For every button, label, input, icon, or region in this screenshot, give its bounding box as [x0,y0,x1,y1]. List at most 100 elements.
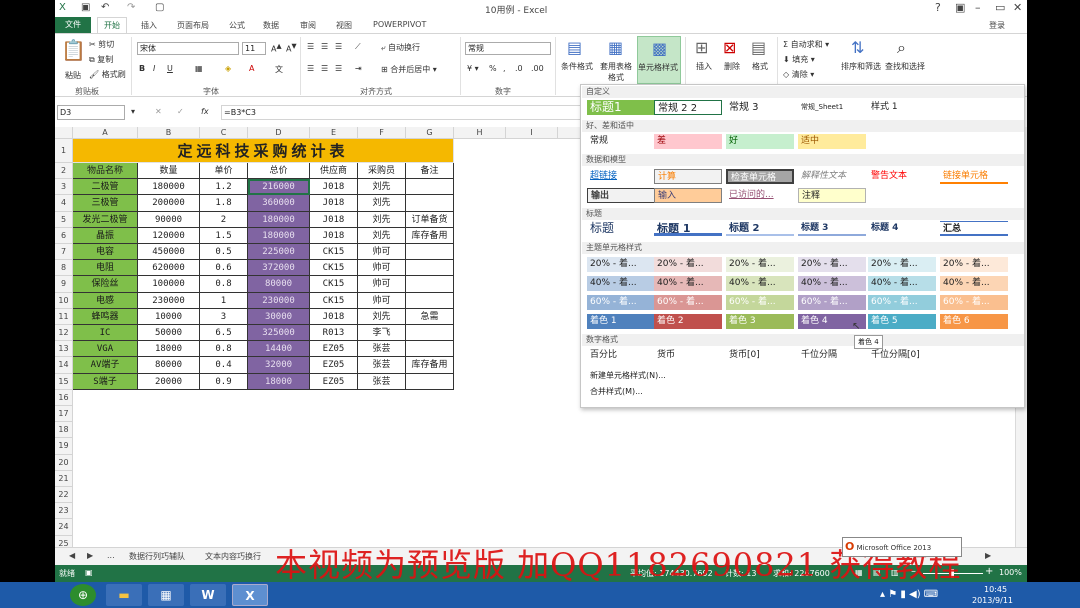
data-cell[interactable] [406,195,454,212]
style-swatch[interactable]: 适中 [798,134,866,149]
data-cell[interactable]: VGA [73,341,138,358]
style-swatch[interactable]: 标题 1 [654,221,722,236]
data-cell[interactable]: CK15 [310,260,358,277]
style-swatch[interactable]: 标题 2 [726,221,794,236]
style-swatch[interactable]: 解释性文本 [798,169,866,184]
paste-button[interactable]: 粘贴 [65,70,81,81]
data-cell[interactable]: 18000 [248,373,310,390]
data-cell[interactable]: S端子 [73,373,138,390]
phonetic-icon[interactable]: 文 [275,64,283,75]
increase-decimal-icon[interactable]: .0 [515,64,523,73]
style-swatch[interactable]: 货币 [654,348,722,363]
fill-color-icon[interactable]: ◈ [225,64,231,73]
insert-function-icon[interactable]: fx [201,107,209,116]
underline-icon[interactable]: U [167,64,173,73]
style-swatch[interactable]: 常规_Sheet1 [798,100,866,115]
align-right-icon[interactable]: ☰ [335,64,342,73]
row-header[interactable]: 21 [55,470,73,487]
data-cell[interactable]: 帅可 [358,292,406,309]
style-swatch[interactable]: 60% - 着... [587,295,655,310]
data-cell[interactable]: 晶振 [73,227,138,244]
header-cell[interactable]: 总价 [248,163,310,180]
style-swatch[interactable]: 超链接 [587,169,655,184]
style-swatch[interactable]: 好 [726,134,794,149]
tab-review[interactable]: 审阅 [300,20,316,31]
data-cell[interactable]: 120000 [138,227,200,244]
format-cells-button[interactable]: 格式 [752,61,768,72]
data-cell[interactable]: 1.2 [200,179,248,196]
data-cell[interactable]: EZ05 [310,373,358,390]
clear-button[interactable]: ◇ 清除 ▾ [783,69,814,80]
column-header[interactable]: C [200,127,248,139]
undo-icon[interactable]: ↶ [101,2,109,13]
column-header[interactable]: E [310,127,358,139]
data-cell[interactable]: 蜂鸣器 [73,308,138,325]
data-cell[interactable]: 18000 [138,341,200,358]
style-swatch[interactable]: 检查单元格 [726,169,794,184]
media-app-icon[interactable]: ▦ [148,584,184,606]
delete-cells-icon[interactable]: ⊠ [723,38,736,57]
header-cell[interactable]: 采购员 [358,163,406,180]
data-cell[interactable]: 180000 [248,211,310,228]
data-cell[interactable]: 230000 [248,292,310,309]
bold-icon[interactable]: B [139,64,145,73]
format-painter-button[interactable]: 🖌 格式刷 [89,69,126,80]
style-swatch[interactable]: 40% - 着... [868,276,936,291]
style-swatch[interactable]: 60% - 着... [726,295,794,310]
data-cell[interactable]: 0.9 [200,373,248,390]
cut-button[interactable]: ✂ 剪切 [89,39,114,50]
grow-font-icon[interactable]: A▲ [271,42,282,54]
align-middle-icon[interactable]: ☰ [321,42,328,51]
data-cell[interactable]: 10000 [138,308,200,325]
data-cell[interactable] [406,179,454,196]
ribbon-display-icon[interactable]: ▣ [955,1,965,14]
data-cell[interactable]: EZ05 [310,357,358,374]
format-as-table-button[interactable]: 套用表格格式 [600,61,632,83]
data-cell[interactable]: 372000 [248,260,310,277]
data-cell[interactable]: EZ05 [310,341,358,358]
zoom-in-icon[interactable]: + [985,566,993,577]
style-swatch[interactable]: 警告文本 [868,169,936,184]
data-cell[interactable]: 刘先 [358,179,406,196]
tab-data[interactable]: 数据 [263,20,279,31]
header-cell[interactable]: 物品名称 [73,163,138,180]
format-cells-icon[interactable]: ▤ [751,38,766,57]
style-swatch[interactable]: 货币[0] [726,348,794,363]
data-cell[interactable]: 发光二极管 [73,211,138,228]
data-cell[interactable] [406,260,454,277]
find-select-icon[interactable]: ⌕ [897,38,906,58]
data-cell[interactable] [406,373,454,390]
style-swatch[interactable]: 着色 3 [726,314,794,329]
style-swatch[interactable]: 常规 3 [726,100,794,115]
data-cell[interactable]: 刘先 [358,227,406,244]
data-cell[interactable]: J018 [310,195,358,212]
header-cell[interactable]: 供应商 [310,163,358,180]
enter-formula-icon[interactable]: ✓ [177,107,184,116]
new-cell-style-button[interactable]: 新建单元格样式(N)... [587,368,887,383]
data-cell[interactable]: 50000 [138,325,200,342]
data-cell[interactable]: 1 [200,292,248,309]
border-icon[interactable]: ▦ [195,64,203,73]
row-header[interactable]: 14 [55,357,73,374]
data-cell[interactable]: 刘先 [358,211,406,228]
data-cell[interactable]: 325000 [248,325,310,342]
file-explorer-icon[interactable]: ▬ [106,584,142,606]
row-header[interactable]: 18 [55,422,73,439]
align-left-icon[interactable]: ☰ [307,64,314,73]
help-icon[interactable]: ? [935,1,941,14]
font-name-select[interactable]: 宋体 [137,42,239,55]
insert-cells-button[interactable]: 插入 [696,61,712,72]
start-button-icon[interactable]: ⊕ [70,584,96,606]
data-cell[interactable]: 李飞 [358,325,406,342]
word-app-icon[interactable]: W [190,584,226,606]
data-cell[interactable]: 保险丝 [73,276,138,293]
style-swatch[interactable]: 常规 [587,134,655,149]
percent-icon[interactable]: % [489,64,497,73]
style-swatch[interactable]: 40% - 着... [587,276,655,291]
data-cell[interactable]: 帅可 [358,276,406,293]
data-cell[interactable]: 三极管 [73,195,138,212]
data-cell[interactable]: 张芸 [358,341,406,358]
row-header[interactable]: 13 [55,341,73,358]
fill-button[interactable]: ⬇ 填充 ▾ [783,54,815,65]
font-size-select[interactable]: 11 [242,42,266,55]
